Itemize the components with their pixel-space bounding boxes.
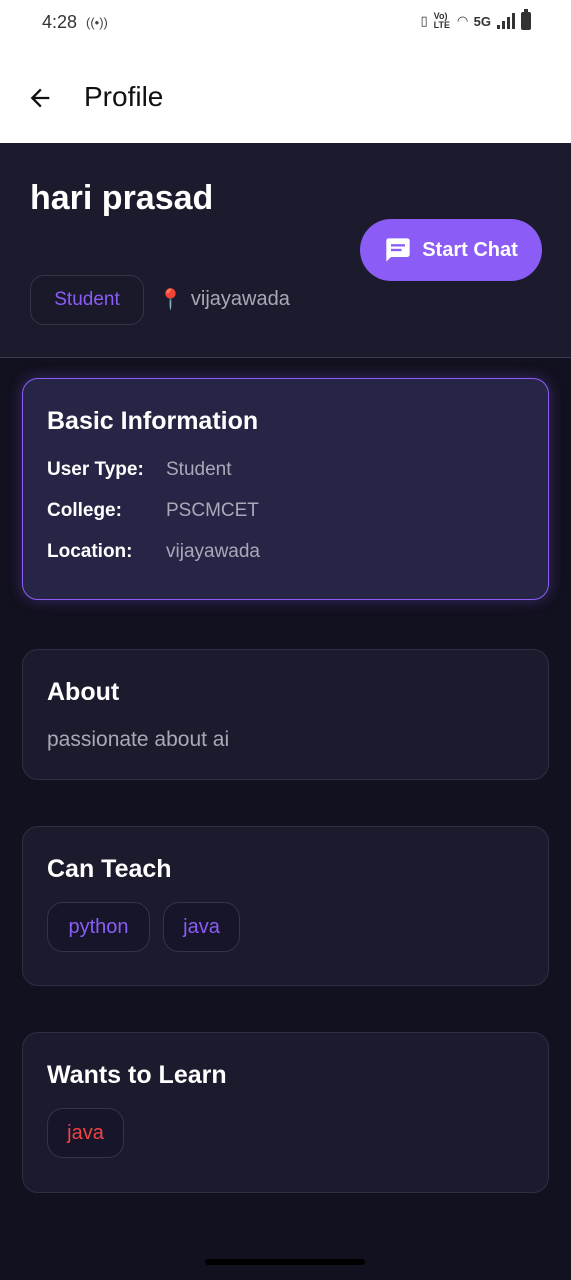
can-teach-card: Can Teach python java: [22, 826, 549, 986]
wants-to-learn-card: Wants to Learn java: [22, 1032, 549, 1193]
info-row-location: Location: vijayawada: [47, 541, 260, 563]
info-row-college: College: PSCMCET: [47, 500, 259, 522]
skill-tag: java: [47, 1108, 124, 1158]
info-value: PSCMCET: [166, 500, 259, 521]
home-indicator[interactable]: [205, 1259, 365, 1265]
info-row-user-type: User Type: Student: [47, 459, 232, 481]
skill-tag: python: [47, 902, 150, 952]
location-text: vijayawada: [190, 288, 290, 310]
info-label: Location:: [47, 541, 133, 562]
profile-header: hari prasad Start Chat Student 📍 vijayaw…: [0, 143, 571, 358]
location-row: 📍 vijayawada: [158, 287, 290, 312]
profile-name: hari prasad: [30, 179, 214, 217]
wifi-icon: ◠: [457, 13, 468, 28]
status-time: 4:28: [42, 12, 78, 32]
app-bar: Profile: [0, 48, 571, 143]
about-text: passionate about ai: [47, 728, 230, 751]
chat-bubble-icon: [386, 238, 410, 262]
role-chip: Student: [30, 275, 144, 325]
status-bar: 4:28 ((•)) ▯ Vo) LTE ◠ 5G: [0, 0, 571, 48]
battery-icon: [521, 9, 531, 30]
info-value: Student: [166, 459, 232, 480]
info-label: User Type:: [47, 459, 144, 480]
skill-tag: java: [163, 902, 240, 952]
start-chat-button[interactable]: Start Chat: [360, 219, 542, 281]
page-title: Profile: [84, 81, 164, 112]
arrow-left-icon: [30, 88, 50, 108]
back-button[interactable]: [20, 78, 60, 118]
network-type: 5G: [473, 13, 491, 29]
pin-icon: 📍: [158, 289, 183, 311]
hotspot-icon: ((•)): [86, 15, 108, 30]
basic-info-card: Basic Information User Type: Student Col…: [22, 378, 549, 600]
basic-info-title: Basic Information: [47, 407, 259, 435]
info-label: College:: [47, 500, 122, 521]
vibrate-icon: ▯: [420, 13, 428, 28]
signal-icon: [497, 13, 515, 29]
about-title: About: [47, 678, 120, 706]
profile-content: Basic Information User Type: Student Col…: [0, 358, 571, 1280]
about-card: About passionate about ai: [22, 649, 549, 780]
info-value: vijayawada: [166, 541, 260, 562]
start-chat-label: Start Chat: [422, 238, 518, 261]
can-teach-title: Can Teach: [47, 855, 172, 883]
volte-icon: Vo) LTE: [433, 11, 450, 30]
wants-to-learn-title: Wants to Learn: [47, 1061, 227, 1089]
status-icons: ▯ Vo) LTE ◠ 5G: [420, 9, 531, 30]
